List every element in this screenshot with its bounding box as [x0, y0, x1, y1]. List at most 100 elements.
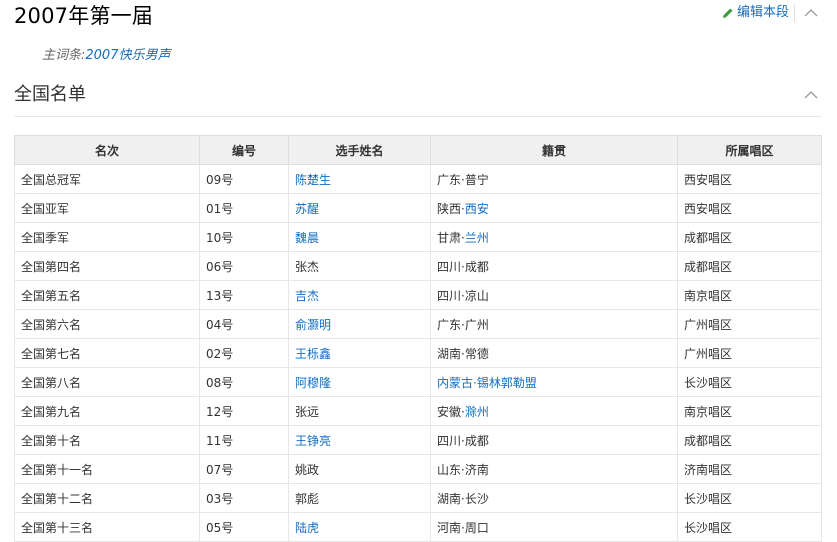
rank-cell: 全国第九名: [14, 396, 200, 426]
column-header-number: 编号: [199, 135, 289, 165]
table-row: 全国第九名 12号 张远 安徽·滁州 南京唱区: [14, 396, 822, 426]
contestant-name-link[interactable]: 王铮亮: [295, 434, 331, 448]
origin-link[interactable]: 滁州: [465, 405, 489, 419]
origin-text: 广东·普宁: [437, 172, 489, 187]
number-cell: 10号: [199, 222, 289, 252]
contestant-name-link[interactable]: 阿穆隆: [295, 376, 331, 390]
region-cell: 广州唱区: [677, 338, 822, 368]
main-entry-prefix: 主词条:: [42, 48, 86, 63]
name-cell: 吉杰: [288, 280, 431, 310]
origin-text: 湖南·常德: [437, 346, 489, 361]
table-row: 全国第七名 02号 王栎鑫 湖南·常德 广州唱区: [14, 338, 822, 368]
origin-text: 湖南·长沙: [437, 491, 489, 506]
contestant-name: 姚政: [295, 462, 320, 477]
origin-text: 甘肃·: [437, 230, 465, 245]
table-row: 全国第四名 06号 张杰 四川·成都 成都唱区: [14, 251, 822, 281]
edit-section-label: 编辑本段: [737, 5, 790, 20]
section-divider: [14, 116, 821, 117]
table-row: 全国第十三名 05号 陆虎 河南·周口 长沙唱区: [14, 512, 822, 542]
origin-cell: 山东·济南: [430, 454, 678, 484]
number-cell: 11号: [199, 425, 289, 455]
origin-text: 四川·成都: [437, 259, 489, 274]
number-cell: 05号: [199, 512, 289, 542]
origin-link[interactable]: 内蒙古·锡林郭勒盟: [437, 376, 537, 390]
table-row: 全国第十一名 07号 姚政 山东·济南 济南唱区: [14, 454, 822, 484]
name-cell: 陆虎: [288, 512, 431, 542]
main-entry: 主词条:2007快乐男声: [42, 44, 170, 63]
number-cell: 09号: [199, 164, 289, 194]
origin-link[interactable]: 西安: [465, 202, 489, 216]
name-cell: 姚政: [288, 454, 431, 484]
number-cell: 02号: [199, 338, 289, 368]
contestant-name-link[interactable]: 陆虎: [295, 521, 319, 535]
name-cell: 陈楚生: [288, 164, 431, 194]
number-cell: 01号: [199, 193, 289, 223]
number-cell: 06号: [199, 251, 289, 281]
contestant-name-link[interactable]: 吉杰: [295, 289, 319, 303]
region-cell: 成都唱区: [677, 251, 822, 281]
main-entry-link[interactable]: 2007快乐男声: [85, 48, 170, 63]
name-cell: 阿穆隆: [288, 367, 431, 397]
contestant-name-link[interactable]: 苏醒: [295, 202, 319, 216]
table-row: 全国季军 10号 魏晨 甘肃·兰州 成都唱区: [14, 222, 822, 252]
header-divider: [794, 4, 795, 22]
contestant-name-link[interactable]: 王栎鑫: [295, 347, 331, 361]
rank-cell: 全国第四名: [14, 251, 200, 281]
region-cell: 济南唱区: [677, 454, 822, 484]
column-header-origin: 籍贯: [430, 135, 678, 165]
region-cell: 南京唱区: [677, 280, 822, 310]
rank-cell: 全国亚军: [14, 193, 200, 223]
chevron-up-icon[interactable]: [803, 6, 819, 20]
ranking-table: 名次 编号 选手姓名 籍贯 所属唱区 全国总冠军 09号 陈楚生 广东·普宁 西安唱区全…: [14, 135, 822, 542]
name-cell: 张远: [288, 396, 431, 426]
origin-text: 广东·广州: [437, 317, 489, 332]
rank-cell: 全国第七名: [14, 338, 200, 368]
number-cell: 04号: [199, 309, 289, 339]
number-cell: 03号: [199, 483, 289, 513]
origin-cell: 四川·成都: [430, 251, 678, 281]
region-cell: 广州唱区: [677, 309, 822, 339]
rank-cell: 全国第八名: [14, 367, 200, 397]
rank-cell: 全国季军: [14, 222, 200, 252]
number-cell: 12号: [199, 396, 289, 426]
origin-cell: 四川·凉山: [430, 280, 678, 310]
origin-cell: 四川·成都: [430, 425, 678, 455]
table-row: 全国第八名 08号 阿穆隆 内蒙古·锡林郭勒盟 长沙唱区: [14, 367, 822, 397]
column-header-rank: 名次: [14, 135, 200, 165]
table-row: 全国亚军 01号 苏醒 陕西·西安 西安唱区: [14, 193, 822, 223]
region-cell: 长沙唱区: [677, 512, 822, 542]
region-cell: 西安唱区: [677, 164, 822, 194]
origin-cell: 湖南·长沙: [430, 483, 678, 513]
origin-cell: 陕西·西安: [430, 193, 678, 223]
origin-cell: 内蒙古·锡林郭勒盟: [430, 367, 678, 397]
origin-cell: 安徽·滁州: [430, 396, 678, 426]
rank-cell: 全国第十名: [14, 425, 200, 455]
region-cell: 西安唱区: [677, 193, 822, 223]
contestant-name-link[interactable]: 俞灏明: [295, 318, 331, 332]
contestant-name: 郭彪: [295, 491, 320, 506]
name-cell: 俞灏明: [288, 309, 431, 339]
origin-text: 陕西·: [437, 201, 465, 216]
column-header-region: 所属唱区: [677, 135, 822, 165]
number-cell: 08号: [199, 367, 289, 397]
origin-text: 河南·周口: [437, 520, 489, 535]
region-cell: 长沙唱区: [677, 483, 822, 513]
table-row: 全国第五名 13号 吉杰 四川·凉山 南京唱区: [14, 280, 822, 310]
rank-cell: 全国总冠军: [14, 164, 200, 194]
table-row: 全国第十名 11号 王铮亮 四川·成都 成都唱区: [14, 425, 822, 455]
edit-section-button[interactable]: 编辑本段: [722, 5, 789, 21]
rank-cell: 全国第十一名: [14, 454, 200, 484]
origin-text: 四川·凉山: [437, 288, 489, 303]
section-collapse-icon[interactable]: [803, 88, 819, 102]
origin-link[interactable]: 兰州: [465, 231, 489, 245]
name-cell: 张杰: [288, 251, 431, 281]
contestant-name-link[interactable]: 陈楚生: [295, 173, 331, 187]
rank-cell: 全国第六名: [14, 309, 200, 339]
contestant-name-link[interactable]: 魏晨: [295, 231, 319, 245]
name-cell: 苏醒: [288, 193, 431, 223]
column-header-name: 选手姓名: [288, 135, 431, 165]
name-cell: 魏晨: [288, 222, 431, 252]
origin-text: 四川·成都: [437, 433, 489, 448]
origin-text: 山东·济南: [437, 462, 489, 477]
rank-cell: 全国第十三名: [14, 512, 200, 542]
